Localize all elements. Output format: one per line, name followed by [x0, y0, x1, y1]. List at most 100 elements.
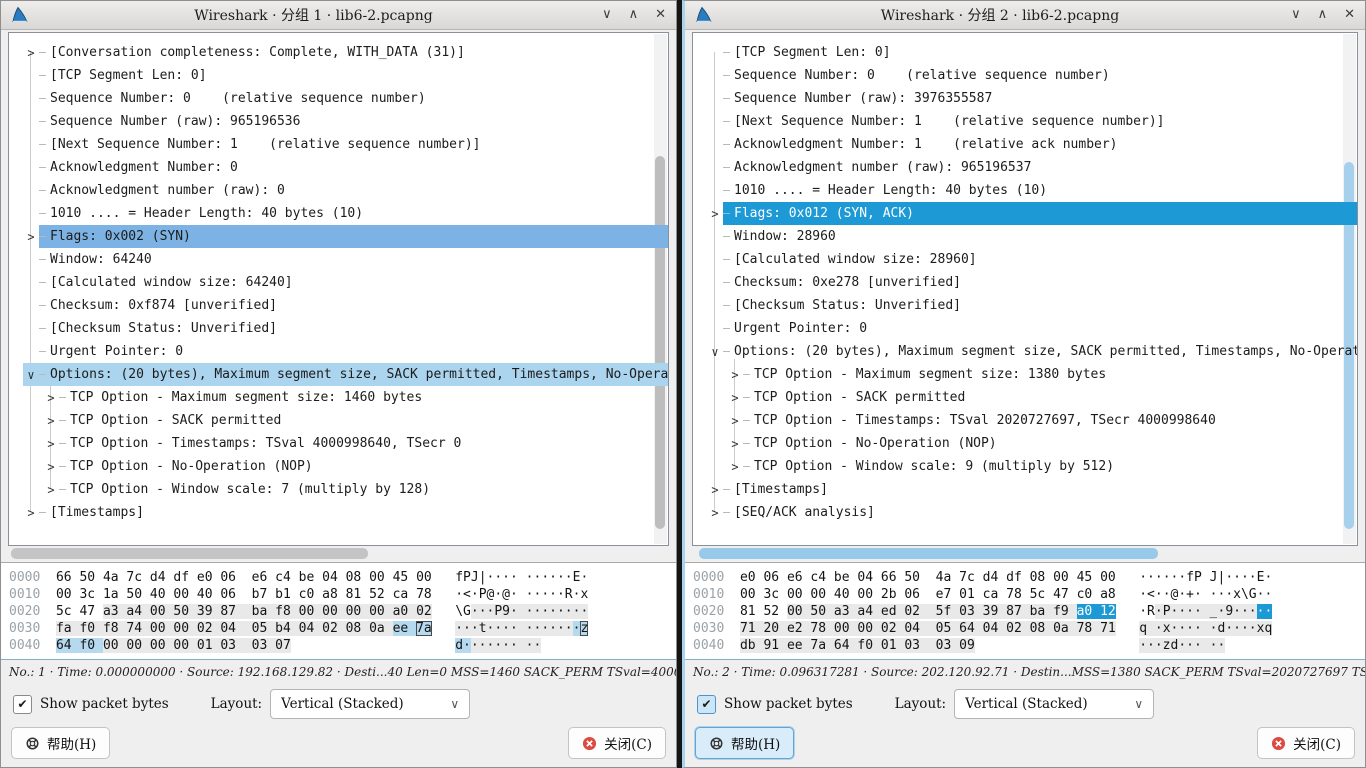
- expander-closed-icon[interactable]: >: [707, 506, 723, 520]
- expander-closed-icon[interactable]: >: [43, 460, 59, 474]
- tree-row[interactable]: >TCP Option - No-Operation (NOP): [23, 455, 668, 478]
- tree-row[interactable]: Acknowledgment Number: 1 (relative ack n…: [707, 133, 1357, 156]
- tree-row-label: TCP Option - No-Operation (NOP): [754, 436, 997, 451]
- titlebar[interactable]: Wireshark · 分组 1 · lib6-2.pcapng ∨ ∧ ✕: [1, 1, 676, 30]
- tree-row[interactable]: Window: 64240: [23, 248, 668, 271]
- tree-row[interactable]: Sequence Number: 0 (relative sequence nu…: [707, 64, 1357, 87]
- tree-row[interactable]: Sequence Number: 0 (relative sequence nu…: [23, 87, 668, 110]
- expander-closed-icon[interactable]: >: [707, 207, 723, 221]
- tree-row[interactable]: >Flags: 0x012 (SYN, ACK): [707, 202, 1357, 225]
- hex-row[interactable]: 0000 66 50 4a 7c d4 df e0 06 e6 c4 be 04…: [9, 569, 676, 586]
- tree-row[interactable]: >TCP Option - Maximum segment size: 1380…: [707, 363, 1357, 386]
- tree-row[interactable]: Urgent Pointer: 0: [23, 340, 668, 363]
- tree-row[interactable]: Window: 28960: [707, 225, 1357, 248]
- hex-row[interactable]: 0000 e0 06 e6 c4 be 04 66 50 4a 7c d4 df…: [693, 569, 1365, 586]
- tree-row[interactable]: >TCP Option - Timestamps: TSval 20207276…: [707, 409, 1357, 432]
- expander-closed-icon[interactable]: >: [727, 368, 743, 382]
- layout-select[interactable]: Vertical (Stacked) ∨: [954, 689, 1154, 719]
- expander-closed-icon[interactable]: >: [727, 391, 743, 405]
- hex-row[interactable]: 0020 5c 47 a3 a4 00 50 39 87 ba f8 00 00…: [9, 603, 676, 620]
- layout-select[interactable]: Vertical (Stacked) ∨: [270, 689, 470, 719]
- maximize-icon[interactable]: ∧: [629, 1, 639, 29]
- packet-bytes-pane[interactable]: 0000 66 50 4a 7c d4 df e0 06 e6 c4 be 04…: [1, 562, 676, 660]
- tree-row-label: Window: 28960: [734, 229, 836, 244]
- tree-horizontal-scrollbar[interactable]: [8, 546, 669, 562]
- hex-row[interactable]: 0020 81 52 00 50 a3 a4 ed 02 5f 03 39 87…: [693, 603, 1365, 620]
- tree-row[interactable]: Checksum: 0xf874 [unverified]: [23, 294, 668, 317]
- tree-row[interactable]: >[SEQ/ACK analysis]: [707, 501, 1357, 524]
- tree-row[interactable]: >TCP Option - Maximum segment size: 1460…: [23, 386, 668, 409]
- expander-open-icon[interactable]: ∨: [707, 345, 723, 359]
- tree-row[interactable]: >Flags: 0x002 (SYN): [23, 225, 668, 248]
- tree-row[interactable]: [Calculated window size: 28960]: [707, 248, 1357, 271]
- help-button[interactable]: 帮助(H): [11, 727, 110, 759]
- tree-row[interactable]: Sequence Number (raw): 3976355587: [707, 87, 1357, 110]
- layout-select-value: Vertical (Stacked): [965, 696, 1088, 712]
- expander-closed-icon[interactable]: >: [43, 483, 59, 497]
- expander-closed-icon[interactable]: >: [727, 414, 743, 428]
- tree-row[interactable]: 1010 .... = Header Length: 40 bytes (10): [707, 179, 1357, 202]
- tree-row[interactable]: Acknowledgment number (raw): 0: [23, 179, 668, 202]
- tree-row[interactable]: [TCP Segment Len: 0]: [23, 64, 668, 87]
- hex-row[interactable]: 0040 db 91 ee 7a 64 f0 01 03 03 09 ···zd…: [693, 637, 1365, 654]
- expander-closed-icon[interactable]: >: [707, 483, 723, 497]
- tree-row[interactable]: 1010 .... = Header Length: 40 bytes (10): [23, 202, 668, 225]
- show-packet-bytes-checkbox[interactable]: ✔: [13, 695, 32, 714]
- tree-row-label: [Checksum Status: Unverified]: [734, 298, 961, 313]
- tree-row[interactable]: Acknowledgment number (raw): 965196537: [707, 156, 1357, 179]
- close-window-icon[interactable]: ✕: [1344, 1, 1355, 29]
- maximize-icon[interactable]: ∧: [1318, 1, 1328, 29]
- tree-row[interactable]: Sequence Number (raw): 965196536: [23, 110, 668, 133]
- expander-closed-icon[interactable]: >: [23, 506, 39, 520]
- tree-row[interactable]: > TCP Option - SACK permitted: [707, 386, 1357, 409]
- close-button[interactable]: 关闭(C): [568, 727, 666, 759]
- tree-horizontal-scrollbar[interactable]: [692, 546, 1358, 562]
- tree-row[interactable]: > TCP Option - No-Operation (NOP): [707, 432, 1357, 455]
- expander-closed-icon[interactable]: >: [43, 414, 59, 428]
- tree-row[interactable]: >TCP Option - Timestamps: TSval 40009986…: [23, 432, 668, 455]
- tree-row[interactable]: ∨Options: (20 bytes), Maximum segment si…: [23, 363, 668, 386]
- tree-row[interactable]: >[Timestamps]: [707, 478, 1357, 501]
- help-button[interactable]: 帮助(H): [695, 727, 794, 759]
- close-button-label: 关闭(C): [1293, 733, 1341, 753]
- close-window-icon[interactable]: ✕: [655, 1, 666, 29]
- hex-row[interactable]: 0030 71 20 e2 78 00 00 02 04 05 64 04 02…: [693, 620, 1365, 637]
- expander-closed-icon[interactable]: >: [43, 391, 59, 405]
- tree-row[interactable]: Acknowledgment Number: 0: [23, 156, 668, 179]
- expander-closed-icon[interactable]: >: [727, 460, 743, 474]
- tree-row[interactable]: Checksum: 0xe278 [unverified]: [707, 271, 1357, 294]
- tree-row[interactable]: >TCP Option - Window scale: 9 (multiply …: [707, 455, 1357, 478]
- expander-closed-icon[interactable]: >: [727, 437, 743, 451]
- minimize-icon[interactable]: ∨: [1291, 1, 1301, 29]
- tree-horizontal-scrollbar-thumb[interactable]: [11, 548, 368, 559]
- tree-row[interactable]: >TCP Option - Window scale: 7 (multiply …: [23, 478, 668, 501]
- show-packet-bytes-checkbox[interactable]: ✔: [697, 695, 716, 714]
- hex-row[interactable]: 0030 fa f0 f8 74 00 00 02 04 05 b4 04 02…: [9, 620, 676, 637]
- tree-row[interactable]: [Calculated window size: 64240]: [23, 271, 668, 294]
- minimize-icon[interactable]: ∨: [602, 1, 612, 29]
- tree-row[interactable]: ∨Options: (20 bytes), Maximum segment si…: [707, 340, 1357, 363]
- tree-row[interactable]: [Next Sequence Number: 1 (relative seque…: [707, 110, 1357, 133]
- expander-closed-icon[interactable]: >: [43, 437, 59, 451]
- tree-horizontal-scrollbar-thumb[interactable]: [699, 548, 1159, 559]
- tree-row[interactable]: [Checksum Status: Unverified]: [707, 294, 1357, 317]
- tree-row[interactable]: >TCP Option - SACK permitted: [23, 409, 668, 432]
- tree-row[interactable]: >[Conversation completeness: Complete, W…: [23, 41, 668, 64]
- hex-row[interactable]: 0010 00 3c 00 00 40 00 2b 06 e7 01 ca 78…: [693, 586, 1365, 603]
- help-wheel-icon: [709, 736, 724, 751]
- packet-detail-pane: [TCP Segment Len: 0]Sequence Number: 0 (…: [692, 32, 1358, 546]
- hex-row[interactable]: 0040 64 f0 00 00 00 00 01 03 03 07 d····…: [9, 637, 676, 654]
- tree-row[interactable]: [Next Sequence Number: 1 (relative seque…: [23, 133, 668, 156]
- packet-bytes-pane[interactable]: 0000 e0 06 e6 c4 be 04 66 50 4a 7c d4 df…: [685, 562, 1365, 660]
- tree-row[interactable]: >[Timestamps]: [23, 501, 668, 524]
- tree-row[interactable]: [Checksum Status: Unverified]: [23, 317, 668, 340]
- expander-open-icon[interactable]: ∨: [23, 368, 39, 382]
- close-button[interactable]: 关闭(C): [1257, 727, 1355, 759]
- tree-row[interactable]: Urgent Pointer: 0: [707, 317, 1357, 340]
- titlebar[interactable]: Wireshark · 分组 2 · lib6-2.pcapng ∨ ∧ ✕: [685, 1, 1365, 30]
- tree-row[interactable]: [TCP Segment Len: 0]: [707, 41, 1357, 64]
- expander-closed-icon[interactable]: >: [23, 230, 39, 244]
- tree-row-label: TCP Option - SACK permitted: [754, 390, 965, 405]
- expander-closed-icon[interactable]: >: [23, 46, 39, 60]
- hex-row[interactable]: 0010 00 3c 1a 50 40 00 40 06 b7 b1 c0 a8…: [9, 586, 676, 603]
